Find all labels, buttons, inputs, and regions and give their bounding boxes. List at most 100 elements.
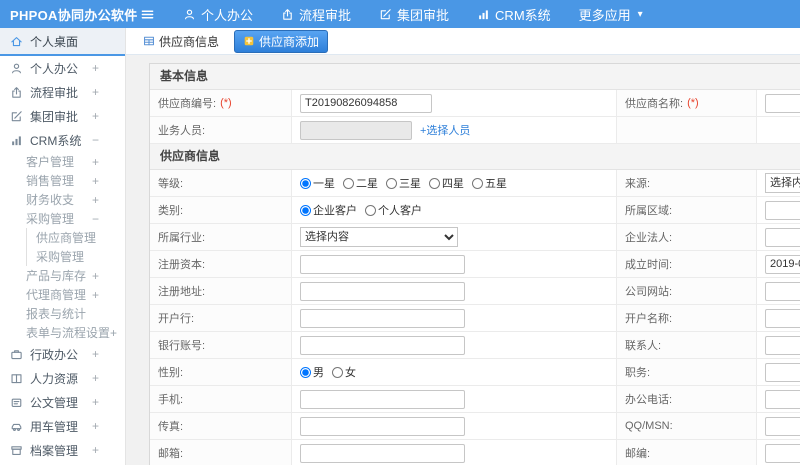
- office-phone-input[interactable]: [765, 389, 800, 409]
- supplier-name-label-cell: 供应商名称: (*): [617, 90, 757, 116]
- sidebar-item-document-mgmt[interactable]: 公文管理 +: [0, 390, 125, 414]
- region-input[interactable]: [765, 200, 800, 220]
- sidebar-item-purchase-mgmt[interactable]: 采购管理 −: [0, 209, 125, 228]
- tab-supplier-info[interactable]: 供应商信息: [134, 30, 228, 53]
- level-option-1[interactable]: 二星: [343, 175, 378, 191]
- level-radio-1[interactable]: [343, 177, 354, 189]
- form-row: 类别: 企业客户 个人客户 所属区域:: [150, 197, 800, 224]
- gender-option-0[interactable]: 男: [300, 364, 324, 380]
- expand-icon[interactable]: +: [92, 371, 99, 385]
- sidebar-item-purchasing[interactable]: 采购管理: [26, 247, 125, 266]
- level-option-4[interactable]: 五星: [472, 175, 507, 191]
- mobile-input[interactable]: [300, 389, 465, 409]
- category-option-0[interactable]: 企业客户: [300, 202, 357, 218]
- source-select[interactable]: 选择内容: [765, 173, 800, 193]
- sidebar-item-label: 个人桌面: [30, 34, 79, 49]
- sidebar-item-archive-mgmt[interactable]: 档案管理 +: [0, 438, 125, 462]
- qq-msn-input[interactable]: [765, 416, 800, 436]
- sidebar-item-vehicle-mgmt[interactable]: 用车管理 +: [0, 414, 125, 438]
- expand-icon[interactable]: +: [92, 193, 99, 207]
- expand-icon[interactable]: +: [92, 85, 99, 99]
- category-radio-1[interactable]: [365, 204, 376, 216]
- contact-person-input[interactable]: [765, 335, 800, 355]
- sidebar-item-label: 供应商管理: [36, 231, 97, 245]
- industry-select[interactable]: 选择内容: [300, 227, 458, 247]
- gender-radio-1[interactable]: [332, 366, 343, 378]
- category-radio-0[interactable]: [300, 204, 311, 216]
- fax-input[interactable]: [300, 416, 465, 436]
- nav-item-group-approval[interactable]: 集团审批: [365, 0, 463, 28]
- sidebar-item-personal-desktop[interactable]: 个人桌面: [0, 28, 125, 56]
- level-radio-3[interactable]: [429, 177, 440, 189]
- sidebar-item-process-approval[interactable]: 流程审批 +: [0, 80, 125, 104]
- sidebar-item-form-flow-settings[interactable]: 表单与流程设置+: [0, 323, 125, 342]
- briefcase-icon: [10, 348, 23, 361]
- nav-item-crm-system[interactable]: CRM系统: [463, 0, 565, 28]
- registered-address-label-cell: 注册地址:: [150, 278, 292, 304]
- sidebar-item-agent-mgmt[interactable]: 代理商管理 +: [0, 285, 125, 304]
- sidebar-item-admin-office[interactable]: 行政办公 +: [0, 342, 125, 366]
- sidebar-item-group-approval[interactable]: 集团审批 +: [0, 104, 125, 128]
- expand-icon[interactable]: +: [92, 288, 99, 302]
- sidebar-item-sales-mgmt[interactable]: 销售管理 +: [0, 171, 125, 190]
- supplier-name-input[interactable]: [765, 93, 800, 113]
- expand-icon[interactable]: +: [92, 155, 99, 169]
- sidebar-item-personal-office[interactable]: 个人办公 +: [0, 56, 125, 80]
- sidebar-item-finance-inout[interactable]: 财务收支 +: [0, 190, 125, 209]
- level-option-0[interactable]: 一星: [300, 175, 335, 191]
- gender-radio-0[interactable]: [300, 366, 311, 378]
- level-radio-2[interactable]: [386, 177, 397, 189]
- expand-icon[interactable]: +: [92, 61, 99, 75]
- level-option-2[interactable]: 三星: [386, 175, 421, 191]
- email-input[interactable]: [300, 443, 465, 463]
- collapse-icon[interactable]: −: [92, 133, 99, 147]
- level-radio-4[interactable]: [472, 177, 483, 189]
- empty-cell: [757, 117, 800, 143]
- legal-person-input[interactable]: [765, 227, 800, 247]
- company-website-input[interactable]: [765, 281, 800, 301]
- bank-account-input[interactable]: [300, 335, 465, 355]
- business-staff-picker-link[interactable]: +选择人员: [420, 122, 470, 138]
- expand-icon[interactable]: +: [92, 269, 99, 283]
- sidebar-item-crm-system[interactable]: CRM系统 −: [0, 128, 125, 152]
- expand-icon[interactable]: +: [92, 347, 99, 361]
- supplier-code-input[interactable]: [300, 93, 432, 113]
- business-staff-input[interactable]: [300, 120, 412, 140]
- collapse-icon[interactable]: −: [92, 212, 99, 226]
- sidebar-item-supplier-mgmt[interactable]: 供应商管理: [26, 228, 125, 247]
- tab-supplier-add[interactable]: 供应商添加: [234, 29, 329, 53]
- add-doc-icon: [243, 35, 255, 47]
- sidebar-item-label: 客户管理: [26, 155, 75, 169]
- nav-item-personal-office[interactable]: 个人办公: [169, 0, 267, 28]
- business-staff-label: 业务人员:: [158, 125, 206, 137]
- postcode-input[interactable]: [765, 443, 800, 463]
- office-phone-field-cell: [757, 386, 800, 412]
- registered-address-input[interactable]: [300, 281, 465, 301]
- founded-date-input[interactable]: [765, 254, 800, 274]
- position-label: 职务:: [625, 367, 651, 379]
- registered-capital-input[interactable]: [300, 254, 465, 274]
- level-radio-0[interactable]: [300, 177, 311, 189]
- expand-icon[interactable]: +: [92, 419, 99, 433]
- nav-item-more-apps[interactable]: 更多应用 ▾: [565, 0, 657, 28]
- category-option-1[interactable]: 个人客户: [365, 202, 422, 218]
- account-name-input[interactable]: [765, 308, 800, 328]
- bank-branch-input[interactable]: [300, 308, 465, 328]
- empty-label-cell: [617, 117, 757, 143]
- gender-option-1[interactable]: 女: [332, 364, 356, 380]
- level-option-3[interactable]: 四星: [429, 175, 464, 191]
- sidebar-item-human-resources[interactable]: 人力资源 +: [0, 366, 125, 390]
- position-input[interactable]: [765, 362, 800, 382]
- expand-icon[interactable]: +: [92, 109, 99, 123]
- hamburger-icon[interactable]: [140, 8, 155, 21]
- expand-icon[interactable]: +: [92, 443, 99, 457]
- expand-icon[interactable]: +: [92, 395, 99, 409]
- sidebar-item-reports-stats[interactable]: 报表与统计: [0, 304, 125, 323]
- sidebar-item-product-inventory[interactable]: 产品与库存 +: [0, 266, 125, 285]
- gender-label: 性别:: [158, 367, 184, 379]
- supplier-name-field-cell: [757, 90, 800, 116]
- form-row: 供应商编号:(*)供应商名称:(*): [150, 90, 800, 117]
- expand-icon[interactable]: +: [92, 174, 99, 188]
- sidebar-item-customer-mgmt[interactable]: 客户管理 +: [0, 152, 125, 171]
- nav-item-process-approval[interactable]: 流程审批: [267, 0, 365, 28]
